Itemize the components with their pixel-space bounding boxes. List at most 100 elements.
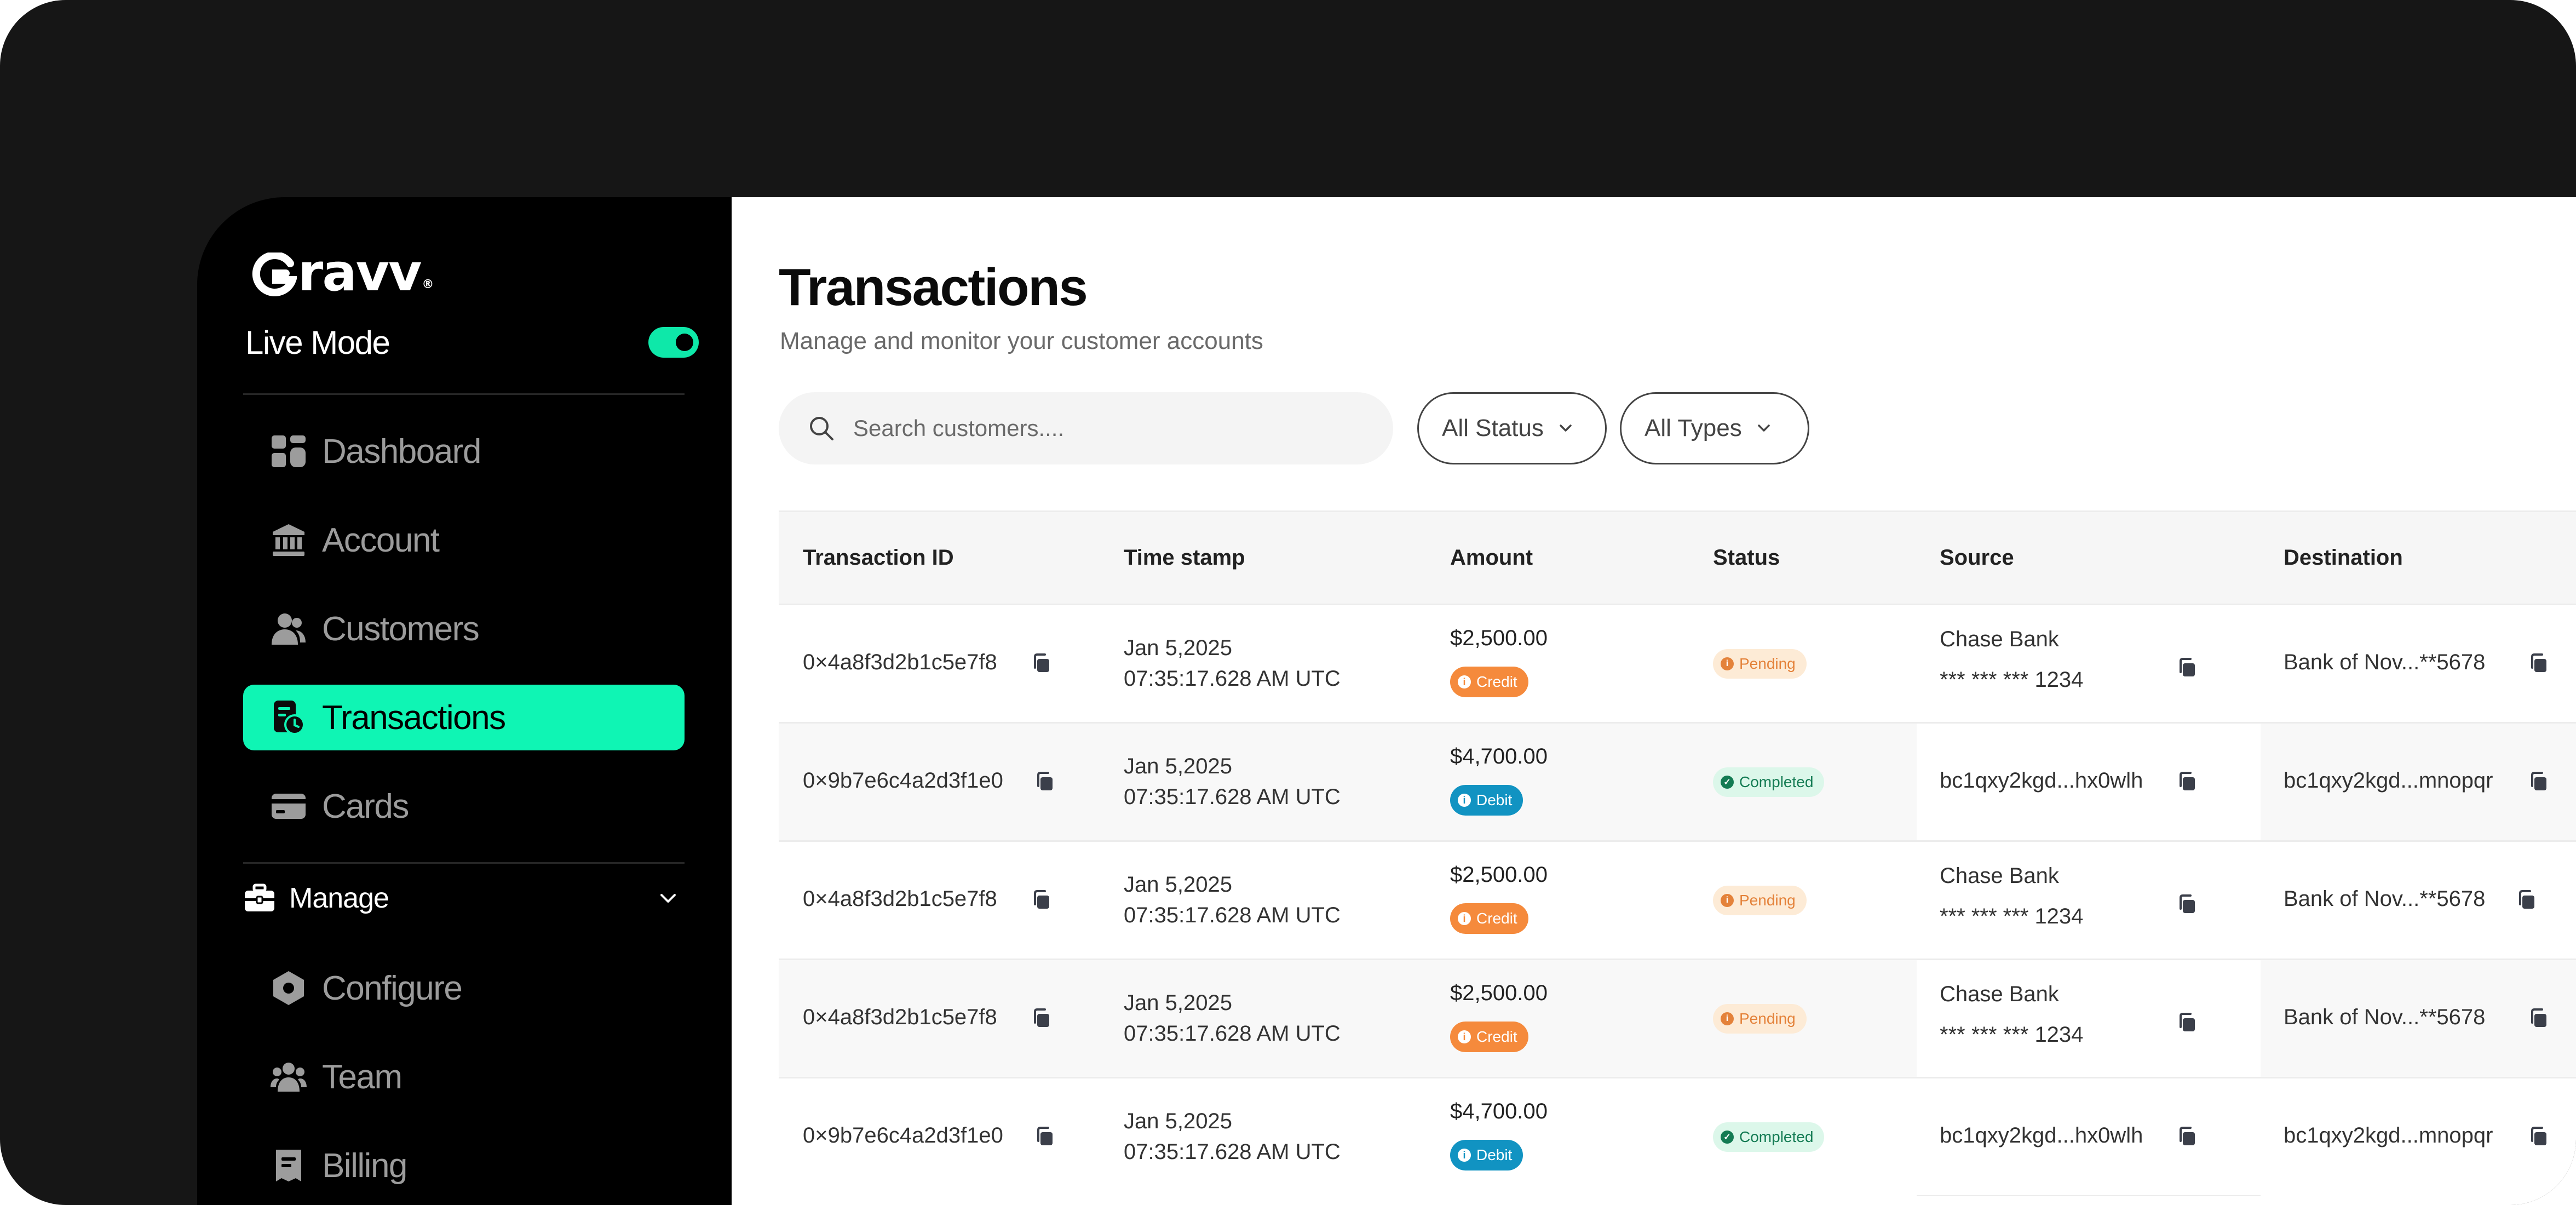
copy-icon[interactable] [1032, 768, 1058, 795]
briefcase-icon [243, 882, 276, 915]
sidebar-item-label: Customers [322, 610, 480, 648]
copy-icon[interactable] [2526, 1005, 2552, 1031]
copy-icon[interactable] [1028, 1005, 1055, 1031]
page-title: Transactions [779, 258, 1088, 317]
live-mode-toggle[interactable] [648, 327, 699, 358]
brand-logo[interactable]: ravv ® [252, 243, 434, 303]
copy-icon[interactable] [1032, 1123, 1058, 1150]
copy-icon[interactable] [1028, 650, 1055, 676]
destination-cell: bc1qxy2kgd...mnopqr [2284, 768, 2493, 793]
amount-value: $4,700.00 [1450, 1099, 1548, 1123]
status-badge: ✓ Completed [1713, 1122, 1825, 1152]
timestamp-cell: Jan 5,2025 07:35:17.628 AM UTC [1124, 988, 1341, 1049]
source-bank-name: Chase Bank [1940, 982, 2059, 1006]
type-filter-dropdown[interactable]: All Types [1620, 392, 1809, 464]
transactions-icon [271, 699, 307, 736]
sidebar-item-transactions[interactable]: Transactions [243, 685, 685, 750]
copy-icon[interactable] [2526, 1123, 2552, 1150]
table-body: 0×4a8f3d2b1c5e7f8 Jan 5,2025 07:35:17.628 … [779, 604, 2576, 1195]
copy-icon[interactable] [2174, 1009, 2200, 1036]
sidebar-item-label: Team [322, 1058, 403, 1096]
copy-icon[interactable] [1028, 887, 1055, 913]
destination-cell: bc1qxy2kgd...mnopqr [2284, 1123, 2493, 1148]
type-label: Debit [1476, 791, 1513, 808]
column-header-amount[interactable]: Amount [1450, 546, 1533, 570]
source-cell: bc1qxy2kgd...hx0wlh [1917, 1078, 2261, 1195]
type-badge: i Debit [1450, 785, 1523, 816]
timestamp-cell: Jan 5,2025 07:35:17.628 AM UTC [1124, 633, 1341, 694]
timestamp-cell: Jan 5,2025 07:35:17.628 AM UTC [1124, 751, 1341, 812]
amount-value: $2,500.00 [1450, 626, 1548, 650]
timestamp-cell: Jan 5,2025 07:35:17.628 AM UTC [1124, 1106, 1341, 1167]
column-header-status[interactable]: Status [1713, 546, 1780, 570]
transaction-id-cell: 0×4a8f3d2b1c5e7f8 [803, 887, 997, 911]
source-account: *** *** *** 1234 [1940, 1023, 2084, 1047]
transaction-id: 0×4a8f3d2b1c5e7f8 [803, 650, 997, 674]
copy-icon[interactable] [2526, 650, 2552, 676]
column-header-transaction-id[interactable]: Transaction ID [803, 546, 954, 570]
search-input[interactable] [853, 415, 1346, 441]
source-account: *** *** *** 1234 [1940, 668, 2084, 692]
copy-icon[interactable] [2174, 1123, 2200, 1150]
sidebar-item-label: Billing [322, 1146, 407, 1185]
destination-cell: Bank of Nov...**5678 [2284, 650, 2485, 675]
sidebar-item-team[interactable]: Team [243, 1044, 685, 1110]
status-filter-dropdown[interactable]: All Status [1417, 392, 1607, 464]
column-header-source[interactable]: Source [1940, 546, 2014, 570]
copy-icon[interactable] [2526, 768, 2552, 795]
source-address: bc1qxy2kgd...hx0wlh [1940, 768, 2143, 793]
sidebar-item-customers[interactable]: Customers [243, 596, 685, 662]
sidebar-item-label: Account [322, 521, 440, 559]
sidebar-item-cards[interactable]: Cards [243, 773, 685, 839]
source-cell: Chase Bank *** *** *** 1234 [1917, 842, 2261, 959]
status-filter-label: All Status [1442, 415, 1544, 441]
type-filter-label: All Types [1645, 415, 1742, 441]
check-icon: ✓ [1721, 776, 1734, 789]
copy-icon[interactable] [2174, 768, 2200, 795]
timestamp-date: Jan 5,2025 [1124, 636, 1232, 660]
sidebar-item-account[interactable]: Account [243, 507, 685, 573]
destination-cell: Bank of Nov...**5678 [2284, 887, 2485, 911]
timestamp-date: Jan 5,2025 [1124, 754, 1232, 778]
status-badge: i Pending [1713, 649, 1807, 679]
sidebar-item-billing[interactable]: Billing [243, 1133, 685, 1198]
type-label: Credit [1476, 1028, 1517, 1045]
table-row[interactable]: 0×4a8f3d2b1c5e7f8 Jan 5,2025 07:35:17.628 … [779, 840, 2576, 959]
info-icon: i [1458, 794, 1471, 807]
source-bank-name: Chase Bank [1940, 864, 2059, 888]
info-icon: i [1458, 1030, 1471, 1043]
source-bank-name: Chase Bank [1940, 627, 2059, 651]
table-row[interactable]: 0×9b7e6c4a2d3f1e0 Jan 5,2025 07:35:17.628 … [779, 722, 2576, 840]
sidebar-item-configure[interactable]: Configure [243, 955, 685, 1021]
manage-section-header[interactable]: Manage [243, 876, 685, 920]
column-header-destination[interactable]: Destination [2284, 546, 2403, 570]
table-row[interactable]: 0×9b7e6c4a2d3f1e0 Jan 5,2025 07:35:17.628 … [779, 1077, 2576, 1195]
info-icon: i [1458, 1149, 1471, 1162]
bank-icon [271, 522, 307, 558]
copy-icon[interactable] [2174, 891, 2200, 917]
destination-value: Bank of Nov...**5678 [2284, 650, 2486, 674]
customers-icon [271, 611, 307, 647]
copy-icon[interactable] [2174, 655, 2200, 681]
table-row[interactable]: 0×4a8f3d2b1c5e7f8 Jan 5,2025 07:35:17.628 … [779, 959, 2576, 1077]
page-subtitle: Manage and monitor your customer account… [780, 328, 1263, 354]
timestamp-time: 07:35:17.628 AM UTC [1124, 903, 1341, 927]
status-badge: ✓ Completed [1713, 767, 1825, 797]
column-header-timestamp[interactable]: Time stamp [1124, 546, 1245, 570]
card-icon [271, 788, 307, 824]
table-row[interactable]: 0×4a8f3d2b1c5e7f8 Jan 5,2025 07:35:17.628 … [779, 604, 2576, 722]
logo-mark-icon [252, 250, 298, 297]
sidebar-item-label: Dashboard [322, 432, 481, 470]
transaction-id: 0×4a8f3d2b1c5e7f8 [803, 1005, 997, 1029]
copy-icon[interactable] [2514, 887, 2540, 913]
timestamp-date: Jan 5,2025 [1124, 873, 1232, 897]
status-label: Pending [1739, 892, 1796, 909]
sidebar-item-dashboard[interactable]: Dashboard [243, 418, 685, 484]
sidebar-item-label: Cards [322, 787, 409, 825]
source-cell: bc1qxy2kgd...hx0wlh [1917, 724, 2261, 840]
timestamp-time: 07:35:17.628 AM UTC [1124, 1022, 1341, 1046]
chevron-down-icon[interactable] [652, 882, 685, 915]
timestamp-time: 07:35:17.628 AM UTC [1124, 1140, 1341, 1164]
search-bar[interactable] [779, 392, 1393, 464]
app-frame: ravv ® Live Mode Dashboard Account Custo… [0, 0, 2576, 1205]
